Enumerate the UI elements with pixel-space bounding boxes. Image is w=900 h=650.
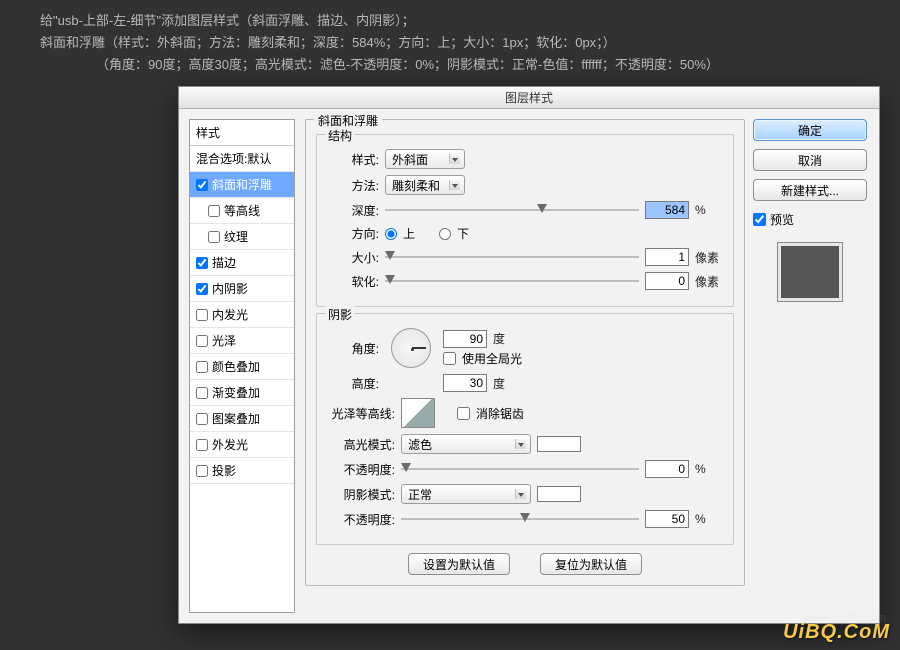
sidebar-item-drop-shadow[interactable]: 投影 xyxy=(190,458,294,484)
sidebar-item-pattern-overlay[interactable]: 图案叠加 xyxy=(190,406,294,432)
angle-label: 角度: xyxy=(327,340,379,357)
drop-shadow-checkbox[interactable] xyxy=(196,465,208,477)
sidebar-item-texture[interactable]: 纹理 xyxy=(190,224,294,250)
altitude-unit: 度 xyxy=(493,375,521,392)
highlight-mode-select[interactable]: 滤色 xyxy=(401,434,531,454)
dialog-title: 图层样式 xyxy=(179,87,879,109)
sidebar-item-color-overlay[interactable]: 颜色叠加 xyxy=(190,354,294,380)
intro-line-1: 给"usb-上部-左-细节"添加图层样式（斜面浮雕、描边、内阴影）； xyxy=(40,10,860,32)
sidebar-blend-options[interactable]: 混合选项:默认 xyxy=(190,146,294,172)
intro-line-3: （角度：90度；高度30度；高光模式：滤色-不透明度：0%；阴影模式：正常-色值… xyxy=(96,54,860,76)
sidebar-item-bevel[interactable]: 斜面和浮雕 xyxy=(190,172,294,198)
antialias-checkbox[interactable] xyxy=(457,407,470,420)
sidebar-item-outer-glow[interactable]: 外发光 xyxy=(190,432,294,458)
preview-checkbox[interactable] xyxy=(753,213,766,226)
shadow-opacity-slider[interactable] xyxy=(401,512,639,526)
size-slider[interactable] xyxy=(385,250,639,264)
depth-label: 深度: xyxy=(327,202,379,219)
depth-unit: % xyxy=(695,203,723,217)
angle-wheel[interactable] xyxy=(391,328,431,368)
highlight-opacity-label: 不透明度: xyxy=(327,461,395,478)
altitude-label: 高度: xyxy=(327,375,379,392)
structure-title: 结构 xyxy=(325,127,355,144)
contour-checkbox[interactable] xyxy=(208,205,220,217)
shading-title: 阴影 xyxy=(325,306,355,323)
shading-group: 阴影 角度: 度 使用全局光 xyxy=(316,313,734,545)
soften-unit: 像素 xyxy=(695,273,723,290)
pattern-overlay-checkbox[interactable] xyxy=(196,413,208,425)
ok-button[interactable]: 确定 xyxy=(753,119,867,141)
sidebar-item-stroke[interactable]: 描边 xyxy=(190,250,294,276)
shadow-opacity-label: 不透明度: xyxy=(327,511,395,528)
satin-checkbox[interactable] xyxy=(196,335,208,347)
shadow-opacity-input[interactable] xyxy=(645,510,689,528)
shadow-mode-select[interactable]: 正常 xyxy=(401,484,531,504)
highlight-opacity-unit: % xyxy=(695,462,723,476)
direction-up-label: 上 xyxy=(403,225,415,242)
style-label: 样式: xyxy=(327,151,379,168)
sidebar-item-satin[interactable]: 光泽 xyxy=(190,328,294,354)
bevel-panel: 斜面和浮雕 结构 样式: 外斜面 方法: 雕刻柔和 深度: xyxy=(305,119,745,586)
texture-checkbox[interactable] xyxy=(208,231,220,243)
soften-label: 软化: xyxy=(327,273,379,290)
angle-unit: 度 xyxy=(493,330,521,347)
highlight-opacity-input[interactable] xyxy=(645,460,689,478)
method-select[interactable]: 雕刻柔和 xyxy=(385,175,465,195)
direction-label: 方向: xyxy=(327,225,379,242)
direction-down-label: 下 xyxy=(457,225,469,242)
sidebar-item-inner-shadow[interactable]: 内阴影 xyxy=(190,276,294,302)
new-style-button[interactable]: 新建样式... xyxy=(753,179,867,201)
highlight-opacity-slider[interactable] xyxy=(401,462,639,476)
antialias-label: 消除锯齿 xyxy=(476,405,524,422)
angle-input[interactable] xyxy=(443,330,487,348)
cancel-button[interactable]: 取消 xyxy=(753,149,867,171)
soften-slider[interactable] xyxy=(385,274,639,288)
structure-group: 结构 样式: 外斜面 方法: 雕刻柔和 深度: % xyxy=(316,134,734,307)
direction-down-radio[interactable] xyxy=(439,228,451,240)
make-default-button[interactable]: 设置为默认值 xyxy=(408,553,510,575)
gloss-contour-picker[interactable] xyxy=(401,398,435,428)
outer-glow-checkbox[interactable] xyxy=(196,439,208,451)
reset-default-button[interactable]: 复位为默认值 xyxy=(540,553,642,575)
bevel-emboss-checkbox[interactable] xyxy=(196,179,208,191)
shadow-color-swatch[interactable] xyxy=(537,486,581,502)
global-light-checkbox[interactable] xyxy=(443,352,456,365)
sidebar-item-contour[interactable]: 等高线 xyxy=(190,198,294,224)
inner-shadow-checkbox[interactable] xyxy=(196,283,208,295)
depth-slider[interactable] xyxy=(385,203,639,217)
gradient-overlay-checkbox[interactable] xyxy=(196,387,208,399)
shadow-opacity-unit: % xyxy=(695,512,723,526)
sidebar-header[interactable]: 样式 xyxy=(190,120,294,146)
global-light-label: 使用全局光 xyxy=(462,350,522,367)
size-label: 大小: xyxy=(327,249,379,266)
layer-style-dialog: 图层样式 样式 混合选项:默认 斜面和浮雕 等高线 纹理 描边 内阴影 内发光 … xyxy=(178,86,880,624)
size-unit: 像素 xyxy=(695,249,723,266)
sidebar-item-inner-glow[interactable]: 内发光 xyxy=(190,302,294,328)
highlight-mode-label: 高光模式: xyxy=(327,436,395,453)
gloss-contour-label: 光泽等高线: xyxy=(327,405,395,422)
inner-glow-checkbox[interactable] xyxy=(196,309,208,321)
method-label: 方法: xyxy=(327,177,379,194)
intro-line-2: 斜面和浮雕（样式：外斜面；方法：雕刻柔和；深度：584%；方向：上；大小：1px… xyxy=(40,32,860,54)
size-input[interactable] xyxy=(645,248,689,266)
preview-swatch xyxy=(777,242,843,302)
altitude-input[interactable] xyxy=(443,374,487,392)
style-select[interactable]: 外斜面 xyxy=(385,149,465,169)
right-panel: 确定 取消 新建样式... 预览 xyxy=(753,109,879,623)
preview-label: 预览 xyxy=(770,211,794,228)
color-overlay-checkbox[interactable] xyxy=(196,361,208,373)
depth-input[interactable] xyxy=(645,201,689,219)
direction-up-radio[interactable] xyxy=(385,228,397,240)
soften-input[interactable] xyxy=(645,272,689,290)
sidebar-item-gradient-overlay[interactable]: 渐变叠加 xyxy=(190,380,294,406)
main-panel: 斜面和浮雕 结构 样式: 外斜面 方法: 雕刻柔和 深度: xyxy=(295,109,753,623)
effects-sidebar: 样式 混合选项:默认 斜面和浮雕 等高线 纹理 描边 内阴影 内发光 光泽 颜色… xyxy=(189,119,295,613)
watermark: UiBQ.CoM xyxy=(783,621,890,644)
stroke-checkbox[interactable] xyxy=(196,257,208,269)
highlight-color-swatch[interactable] xyxy=(537,436,581,452)
shadow-mode-label: 阴影模式: xyxy=(327,486,395,503)
instruction-text: 给"usb-上部-左-细节"添加图层样式（斜面浮雕、描边、内阴影）； 斜面和浮雕… xyxy=(0,0,900,76)
